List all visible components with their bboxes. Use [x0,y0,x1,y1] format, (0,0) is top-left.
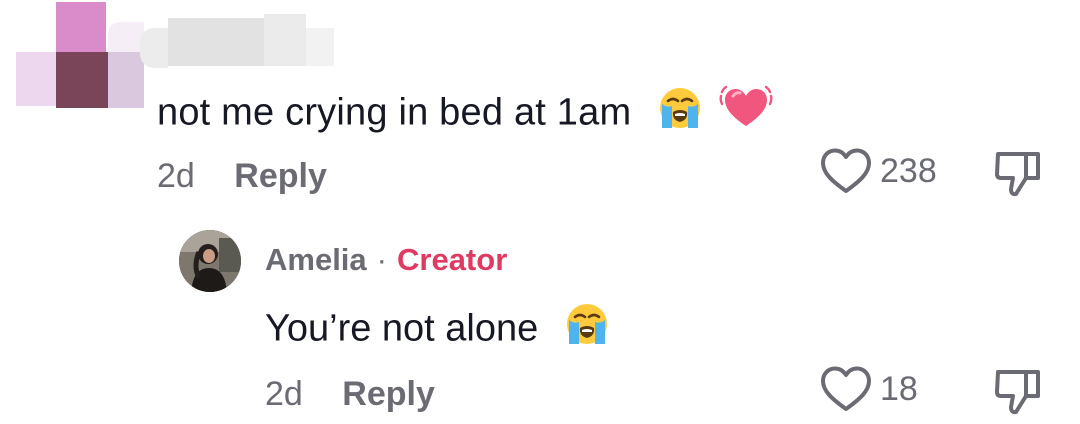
reply-meta: 2d Reply [265,374,435,414]
reply-button[interactable]: Reply [342,375,435,413]
creator-badge: Creator [397,242,508,277]
comment-thread: not me crying in bed at 1am 2d Reply 238… [0,0,1080,424]
comment-timestamp: 2d [157,157,195,195]
like-count: 238 [880,151,937,190]
like-button[interactable]: 18 [818,364,918,414]
loudly-crying-face-icon [656,84,704,145]
comment-body: not me crying in bed at 1am [157,91,632,134]
avatar[interactable] [179,230,241,292]
separator-dot: · [376,242,387,277]
comment-text: not me crying in bed at 1am [157,84,773,145]
loudly-crying-face-icon [563,300,611,361]
reply-header: Amelia · Creator [265,240,507,280]
beating-heart-icon [719,84,773,145]
comment-meta: 2d Reply [157,156,327,196]
reply-button[interactable]: Reply [234,157,327,195]
censored-username[interactable] [140,14,336,82]
like-button[interactable]: 238 [818,146,937,196]
dislike-icon[interactable] [992,148,1046,200]
like-count: 18 [880,369,918,408]
dislike-icon[interactable] [992,366,1046,418]
censored-avatar[interactable] [16,2,148,112]
reply-body: You’re not alone [265,307,539,350]
reply-text: You’re not alone [265,300,611,361]
heart-outline-icon [821,366,871,411]
reply-author[interactable]: Amelia [265,242,367,277]
heart-outline-icon [821,148,871,193]
reply-timestamp: 2d [265,375,303,413]
